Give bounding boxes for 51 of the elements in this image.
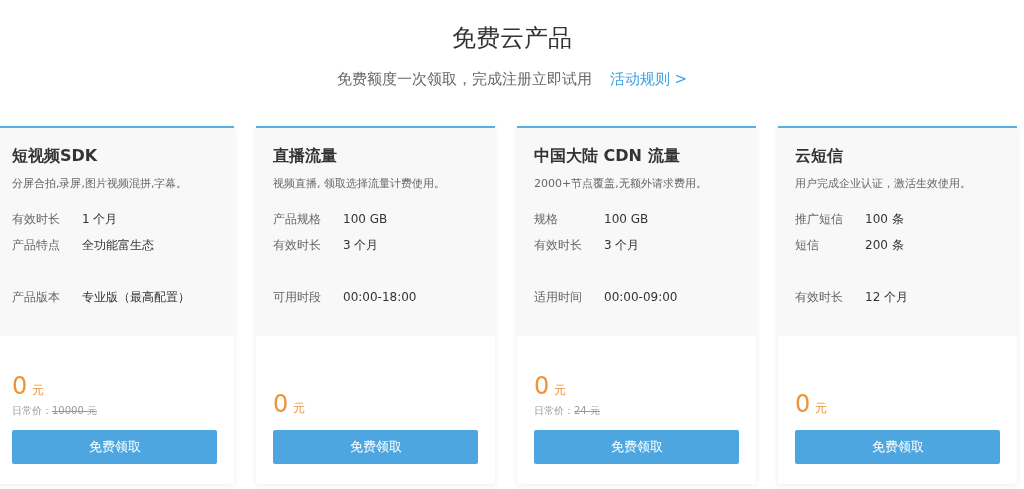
spec-value: 1 个月 xyxy=(82,211,118,228)
spec-value: 00:00-09:00 xyxy=(604,289,678,306)
spec-label: 适用时间 xyxy=(534,289,583,306)
card-title: 云短信 xyxy=(795,146,844,166)
spec-value: 12 个月 xyxy=(865,289,909,306)
price-unit: 元 xyxy=(554,382,567,399)
spec-value: 00:00-18:00 xyxy=(343,289,417,306)
spec-label: 产品特点 xyxy=(12,237,61,254)
claim-button[interactable]: 免费领取 xyxy=(795,430,1000,464)
regular-price-label: 日常价： xyxy=(12,404,52,418)
spec-label: 有效时长 xyxy=(273,237,322,254)
spec-label: 有效时长 xyxy=(12,211,61,228)
spec-label: 有效时长 xyxy=(534,237,583,254)
price: 0 xyxy=(12,372,28,400)
price: 0 xyxy=(795,390,811,418)
price-unit: 元 xyxy=(32,382,45,399)
card-description: 用户完成企业认证，激活生效使用。 xyxy=(795,176,972,191)
spec-label: 有效时长 xyxy=(795,289,844,306)
spec-label: 推广短信 xyxy=(795,211,844,228)
price-unit: 元 xyxy=(293,400,306,417)
spec-value: 3 个月 xyxy=(343,237,379,254)
price: 0 xyxy=(273,390,289,418)
card-description: 视频直播, 领取选择流量计费使用。 xyxy=(273,176,446,191)
spec-value: 全功能富生态 xyxy=(82,237,154,254)
spec-label: 可用时段 xyxy=(273,289,322,306)
spec-label: 短信 xyxy=(795,237,820,254)
claim-button[interactable]: 免费领取 xyxy=(273,430,478,464)
spec-value: 100 条 xyxy=(865,211,904,228)
spec-value: 100 GB xyxy=(604,211,649,228)
claim-button[interactable]: 免费领取 xyxy=(12,430,217,464)
regular-price: 24 元 xyxy=(574,404,600,418)
price: 0 xyxy=(534,372,550,400)
card-title: 直播流量 xyxy=(273,146,338,166)
price-unit: 元 xyxy=(815,400,828,417)
card-title: 短视频SDK xyxy=(12,146,99,166)
card-description: 分屏合拍,录屏,图片视频混拼,字幕。 xyxy=(12,176,189,191)
spec-value: 100 GB xyxy=(343,211,388,228)
subtitle: 免费额度一次领取，完成注册立即试用 xyxy=(336,70,592,89)
spec-label: 产品规格 xyxy=(273,211,322,228)
spec-value: 3 个月 xyxy=(604,237,640,254)
spec-value: 专业版（最高配置） xyxy=(82,289,190,306)
regular-price-label: 日常价： xyxy=(534,404,574,418)
spec-label: 规格 xyxy=(534,211,559,228)
claim-button[interactable]: 免费领取 xyxy=(534,430,739,464)
regular-price: 10000 元 xyxy=(52,404,97,418)
card-title: 中国大陆 CDN 流量 xyxy=(534,146,681,166)
spec-label: 产品版本 xyxy=(12,289,61,306)
spec-value: 200 条 xyxy=(865,237,904,254)
card-description: 2000+节点覆盖,无额外请求费用。 xyxy=(534,176,708,191)
rules-link[interactable]: 活动规则 > xyxy=(609,70,688,89)
page-title: 免费云产品 xyxy=(452,23,572,54)
